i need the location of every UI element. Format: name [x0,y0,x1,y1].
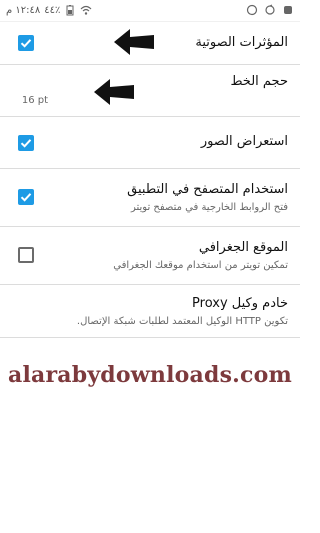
pointer-arrow-icon [94,79,134,105]
status-bar: ١٢:٤٨ م ٤٤٪ [0,0,300,22]
sound-effects-checkbox[interactable] [18,35,34,51]
setting-row-location[interactable]: الموقع الجغرافي تمكين تويتر من استخدام م… [0,227,300,285]
setting-row-sound-effects[interactable]: المؤثرات الصوتية [0,22,300,65]
settings-list: المؤثرات الصوتية حجم الخط 16 pt استعراض … [0,22,300,338]
font-size-label: حجم الخط [230,74,288,89]
setting-row-proxy[interactable]: خادم وكيل Proxy تكوين HTTP الوكيل المعتم… [0,285,300,338]
battery-icon [66,5,74,16]
wifi-icon [80,5,92,15]
font-size-value: 16 pt [21,95,48,106]
location-description: تمكين تويتر من استخدام موقعك الجغرافي [113,260,288,271]
notification-icon [246,4,258,16]
location-label: الموقع الجغرافي [198,240,288,255]
watermark-logo: alarabydownloads.com [8,362,292,388]
status-left: ١٢:٤٨ م ٤٤٪ [6,4,92,16]
image-preview-checkbox[interactable] [18,135,34,151]
in-app-browser-checkbox[interactable] [18,189,34,205]
in-app-browser-label: استخدام المتصفح في التطبيق [127,182,288,197]
setting-row-font-size[interactable]: حجم الخط 16 pt [0,65,300,117]
setting-row-image-preview[interactable]: استعراض الصور [0,117,300,169]
sound-effects-label: المؤثرات الصوتية [195,35,288,50]
status-right [246,4,294,16]
proxy-label: خادم وكيل Proxy [192,296,288,311]
in-app-browser-description: فتح الروابط الخارجية في متصفح تويتر [130,202,288,213]
setting-row-in-app-browser[interactable]: استخدام المتصفح في التطبيق فتح الروابط ا… [0,169,300,227]
app-notification-icon [284,6,292,14]
check-icon [20,193,32,202]
battery-percent: ٤٤٪ [44,4,61,16]
check-icon [20,139,32,148]
check-icon [20,39,32,48]
location-checkbox[interactable] [18,247,34,263]
image-preview-label: استعراض الصور [200,134,288,149]
proxy-description: تكوين HTTP الوكيل المعتمد لطلبات شبكة ال… [76,316,288,327]
status-time: ١٢:٤٨ م [6,4,41,16]
pointer-arrow-icon [114,29,154,55]
sync-icon [265,4,275,15]
